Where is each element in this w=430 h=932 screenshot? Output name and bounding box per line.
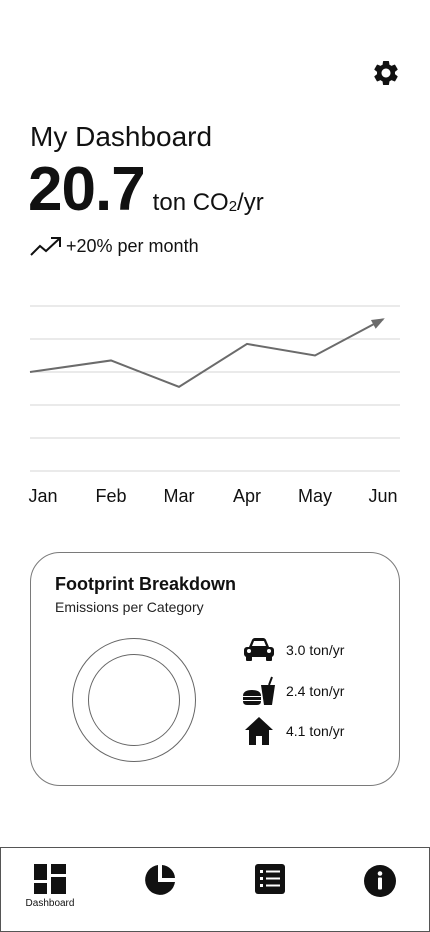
gear-icon — [374, 60, 398, 85]
house-icon — [241, 715, 277, 747]
chart-series-line — [29, 318, 384, 388]
breakdown-subtitle: Emissions per Category — [55, 599, 204, 615]
nav-dashboard[interactable]: Dashboard — [10, 864, 90, 909]
trend-text: +20% per month — [66, 235, 199, 256]
unit-subscript: 2 — [228, 198, 238, 215]
unit-tail: /yr — [237, 189, 264, 216]
chart-arrow-head — [370, 318, 385, 329]
car-icon — [241, 634, 277, 666]
category-food: 2.4 ton/yr — [241, 675, 344, 707]
food-value: 2.4 ton/yr — [286, 683, 345, 699]
chart-x-tick-label: Apr — [233, 486, 261, 506]
total-emissions-unit: ton CO2/yr — [153, 189, 264, 217]
breakdown-donut-chart — [72, 638, 196, 762]
breakdown-title: Footprint Breakdown — [55, 574, 236, 594]
footprint-breakdown-card[interactable]: Footprint Breakdown Emissions per Catego… — [30, 552, 400, 786]
total-emissions-value: 20.7 — [28, 155, 146, 224]
unit-main: ton CO — [152, 189, 229, 216]
dashboard-page: My Dashboard 20.7 ton CO2/yr +20% per mo… — [0, 0, 430, 932]
nav-info[interactable] — [340, 864, 420, 898]
chart-x-tick-label: Feb — [95, 486, 126, 506]
home-value: 4.1 ton/yr — [286, 723, 345, 739]
chart-x-tick-label: Mar — [164, 486, 195, 506]
pie-chart-icon — [145, 865, 175, 895]
transport-value: 3.0 ton/yr — [286, 642, 345, 658]
list-icon — [255, 864, 285, 894]
total-emissions: 20.7 ton CO2/yr — [28, 159, 264, 221]
food-icon — [241, 675, 277, 707]
dashboard-icon — [34, 864, 66, 894]
trending-up-icon — [30, 237, 61, 256]
nav-dashboard-label: Dashboard — [25, 898, 75, 909]
info-icon — [364, 865, 396, 897]
chart-x-tick-label: Jun — [368, 486, 397, 506]
chart-x-tick-label: Jan — [28, 486, 57, 506]
page-title: My Dashboard — [30, 121, 213, 152]
chart-x-tick-label: May — [298, 486, 332, 506]
bottom-navigation: Dashboard — [0, 847, 430, 932]
settings-button[interactable] — [370, 57, 402, 89]
trend-indicator: +20% per month — [30, 235, 199, 257]
nav-list[interactable] — [230, 864, 310, 894]
category-home: 4.1 ton/yr — [241, 715, 344, 747]
category-transport: 3.0 ton/yr — [241, 634, 344, 666]
emissions-line-chart: Jan Feb Mar Apr May Jun — [28, 305, 400, 506]
nav-breakdown[interactable] — [120, 864, 200, 896]
